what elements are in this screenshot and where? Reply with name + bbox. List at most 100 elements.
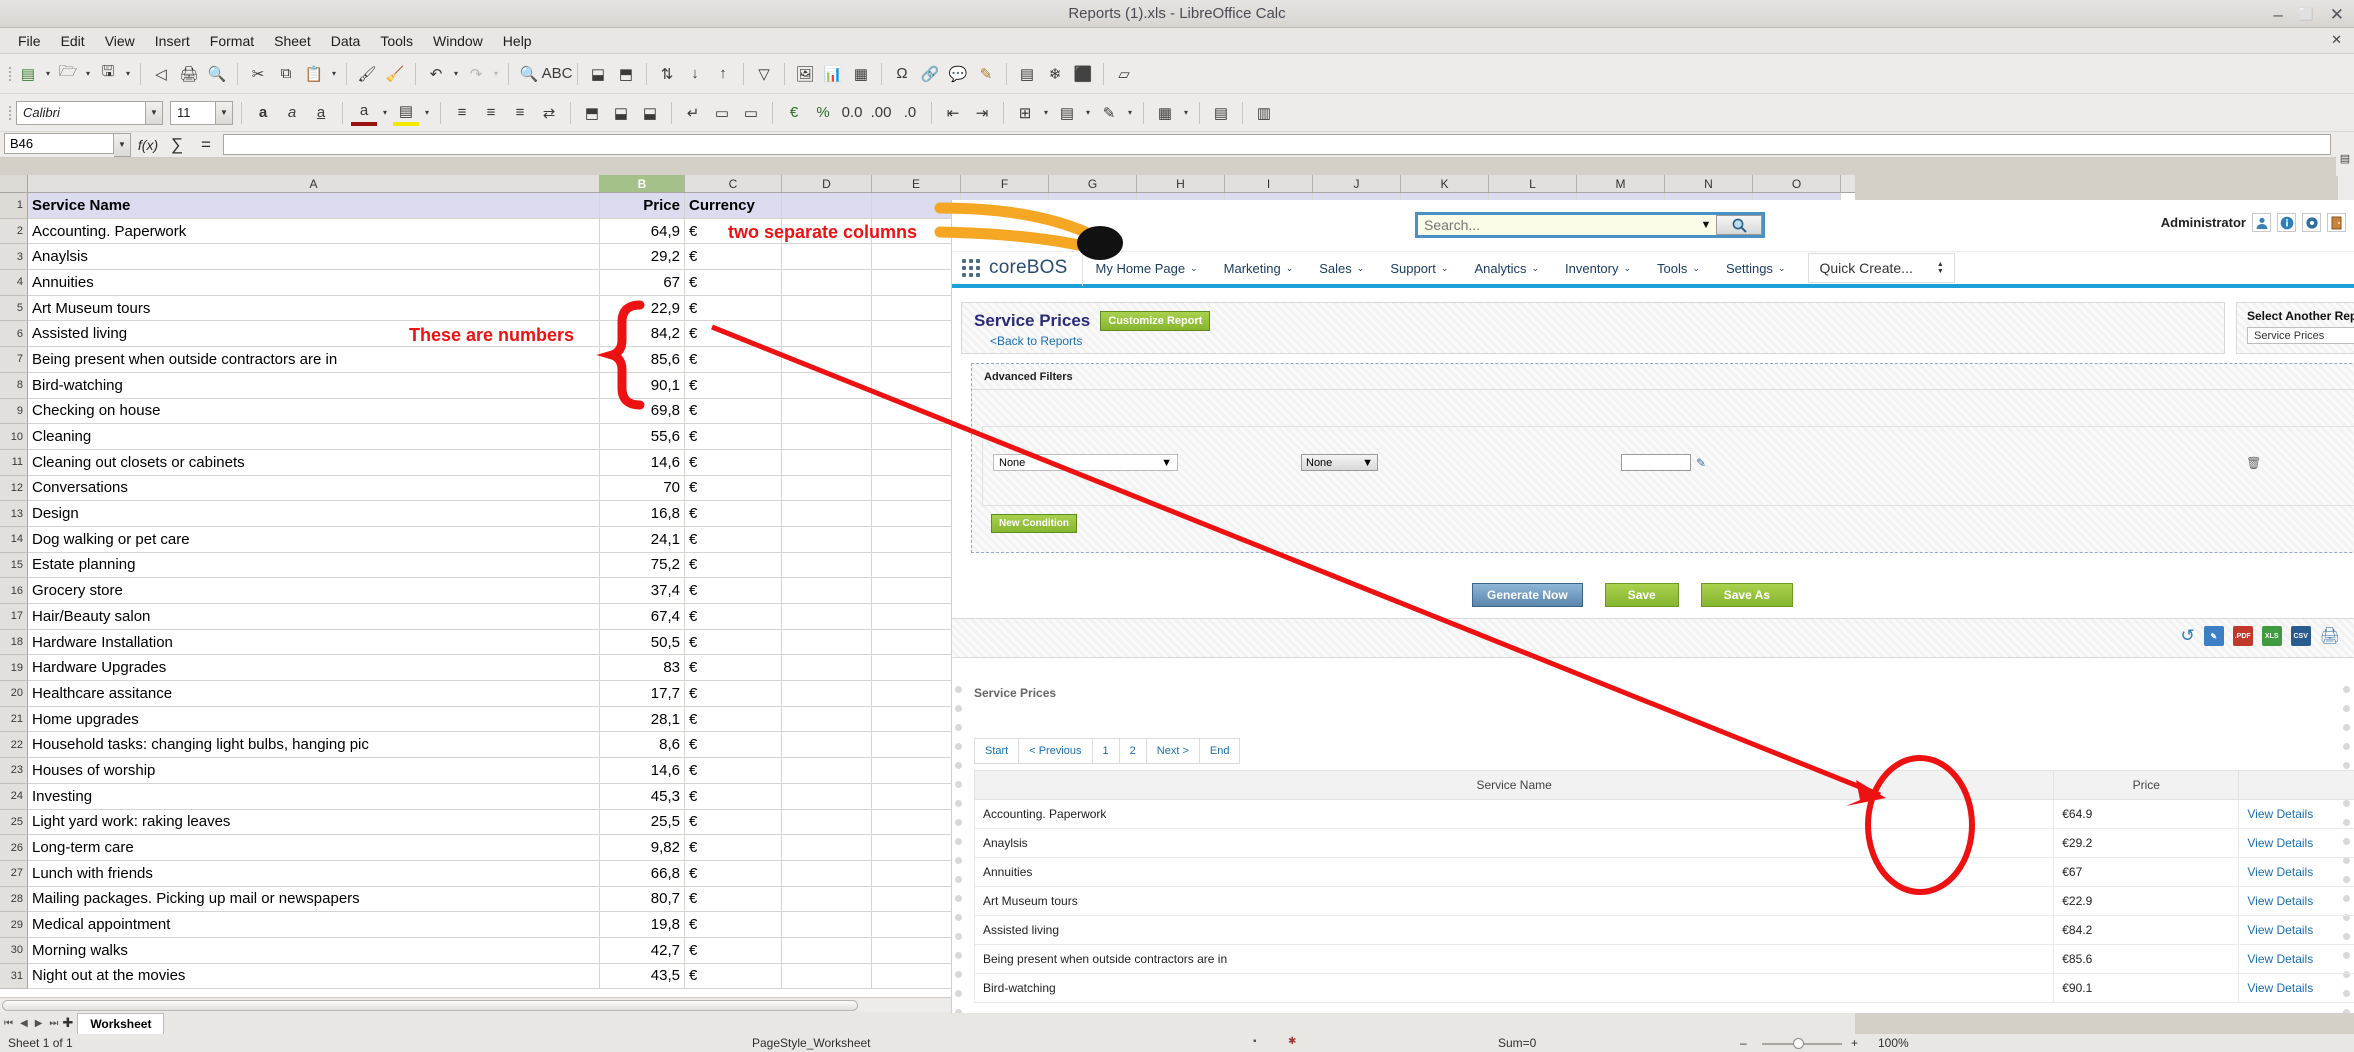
- row-header-31[interactable]: 31: [0, 963, 28, 990]
- cell-E8[interactable]: [872, 372, 961, 399]
- show-draw-functions-icon[interactable]: ▱: [1111, 61, 1137, 87]
- edit-icon[interactable]: ✎: [2203, 626, 2224, 646]
- sheet-tab-bar[interactable]: ⏮ ◀ ▶ ⏭ ✚ Worksheet: [0, 1012, 1855, 1034]
- column-headers[interactable]: ABCDEFGHIJKLMNO: [0, 175, 1855, 193]
- cell-A13[interactable]: Design: [28, 501, 600, 527]
- cell-B1[interactable]: Price: [600, 193, 685, 219]
- add-sheet-icon[interactable]: ✚: [62, 1015, 73, 1031]
- row-header-5[interactable]: 5: [0, 295, 28, 322]
- cell-B29[interactable]: 19,8: [600, 912, 685, 938]
- col-action[interactable]: Action: [2238, 770, 2354, 800]
- menu-tools[interactable]: Tools ⌄: [1644, 261, 1713, 276]
- cut-icon[interactable]: ✂: [245, 61, 271, 87]
- col-service-name[interactable]: Service Name: [973, 770, 2055, 800]
- row-header-18[interactable]: 18: [0, 629, 28, 656]
- cell-A3[interactable]: Anaylsis: [28, 244, 600, 271]
- highlight-color-icon[interactable]: ▤: [393, 100, 419, 126]
- new-condition-button[interactable]: New Condition: [991, 514, 1077, 533]
- cell-C19[interactable]: €: [685, 655, 782, 682]
- cell-E21[interactable]: [872, 706, 961, 733]
- cell-E20[interactable]: [872, 681, 961, 707]
- row-header-7[interactable]: 7: [0, 347, 28, 373]
- save-as-button[interactable]: Save As: [1700, 583, 1793, 607]
- cell-C18[interactable]: €: [685, 629, 782, 656]
- cell-A9[interactable]: Checking on house: [28, 398, 600, 425]
- borders-icon[interactable]: ⊞: [1012, 100, 1038, 126]
- window-controls[interactable]: – ⬜ ✕: [2273, 0, 2344, 28]
- cell-D16[interactable]: [782, 578, 872, 604]
- row-header-16[interactable]: 16: [0, 578, 28, 604]
- pager-page-2[interactable]: 2: [1120, 739, 1147, 763]
- select-all-corner[interactable]: [0, 175, 28, 192]
- row-header-9[interactable]: 9: [0, 398, 28, 425]
- cell-A29[interactable]: Medical appointment: [28, 912, 600, 938]
- cell-B22[interactable]: 8,6: [600, 732, 685, 759]
- row-header-23[interactable]: 23: [0, 758, 28, 784]
- pdf-icon[interactable]: .PDF: [2232, 626, 2253, 646]
- cell-B11[interactable]: 14,6: [600, 449, 685, 476]
- cell-action[interactable]: View Details: [2238, 886, 2354, 916]
- row-header-10[interactable]: 10: [0, 424, 28, 450]
- menu-window[interactable]: Window: [423, 30, 493, 52]
- corebos-navbar[interactable]: coreBOS My Home Page ⌄ Marketing ⌄ Sales ⌄ …: [952, 250, 2354, 288]
- menu-edit[interactable]: Edit: [51, 30, 95, 52]
- back-to-reports-link[interactable]: <Back to Reports: [990, 334, 1082, 348]
- cell-C14[interactable]: €: [685, 526, 782, 553]
- cell-E6[interactable]: [872, 321, 961, 348]
- borders-dropdown-icon[interactable]: ▾: [1041, 108, 1051, 117]
- cell-D26[interactable]: [782, 835, 872, 861]
- cell-C22[interactable]: €: [685, 732, 782, 759]
- cell-B30[interactable]: 42,7: [600, 937, 685, 964]
- column-header-g[interactable]: G: [1049, 175, 1137, 192]
- cell-C30[interactable]: €: [685, 937, 782, 964]
- first-sheet-icon[interactable]: ⏮: [4, 1018, 13, 1029]
- row-header-6[interactable]: 6: [0, 321, 28, 348]
- cell-action[interactable]: View Details: [2238, 828, 2354, 858]
- print-preview-icon[interactable]: 🔍: [204, 61, 230, 87]
- menu-my-home-page[interactable]: My Home Page ⌄: [1083, 261, 1211, 276]
- cell-C11[interactable]: €: [685, 449, 782, 476]
- print-icon[interactable]: 🖨: [176, 61, 202, 87]
- cell-D31[interactable]: [782, 963, 872, 990]
- cell-A10[interactable]: Cleaning: [28, 424, 600, 450]
- menu-insert[interactable]: Insert: [145, 30, 200, 52]
- column-header-i[interactable]: I: [1225, 175, 1313, 192]
- edit-value-icon[interactable]: ✎: [1696, 456, 1706, 470]
- cell-D8[interactable]: [782, 372, 872, 399]
- cell-A31[interactable]: Night out at the movies: [28, 963, 600, 990]
- cell-E15[interactable]: [872, 552, 961, 579]
- column-header-j[interactable]: J: [1313, 175, 1401, 192]
- number-format-icon[interactable]: 0.0: [839, 100, 865, 126]
- cell-B19[interactable]: 83: [600, 655, 685, 682]
- filter-field-select[interactable]: None ▼: [993, 454, 1178, 471]
- cell-C24[interactable]: €: [685, 783, 782, 810]
- currency-format-icon[interactable]: €: [781, 100, 807, 126]
- split-window-icon[interactable]: ⬛: [1070, 61, 1096, 87]
- view-details-link[interactable]: View Details: [2247, 981, 2313, 995]
- cell-A26[interactable]: Long-term care: [28, 835, 600, 861]
- font-color-icon[interactable]: a: [351, 100, 377, 126]
- document-close-icon[interactable]: ✕: [2331, 32, 2342, 48]
- font-size-input[interactable]: 11: [170, 100, 216, 125]
- cell-E14[interactable]: [872, 526, 961, 553]
- gear-icon[interactable]: [2302, 213, 2321, 232]
- zoom-in-button[interactable]: +: [1851, 1036, 1858, 1050]
- cell-B7[interactable]: 85,6: [600, 347, 685, 373]
- cell-D22[interactable]: [782, 732, 872, 759]
- percent-format-icon[interactable]: %: [810, 100, 836, 126]
- cell-E9[interactable]: [872, 398, 961, 425]
- row-header-22[interactable]: 22: [0, 732, 28, 759]
- cell-A17[interactable]: Hair/Beauty salon: [28, 604, 600, 630]
- delete-decimal-icon[interactable]: .0: [897, 100, 923, 126]
- formula-input-line[interactable]: [223, 134, 2331, 155]
- column-header-d[interactable]: D: [782, 175, 872, 192]
- insert-hyperlink-icon[interactable]: 🔗: [917, 61, 943, 87]
- cell-B20[interactable]: 17,7: [600, 681, 685, 707]
- row-header-13[interactable]: 13: [0, 501, 28, 527]
- main-menu[interactable]: My Home Page ⌄ Marketing ⌄ Sales ⌄ Support ⌄…: [1083, 261, 1799, 276]
- align-center-icon[interactable]: ≡: [478, 100, 504, 126]
- merge-cells-icon[interactable]: ▭: [709, 100, 735, 126]
- cell-B5[interactable]: 22,9: [600, 295, 685, 322]
- report-select[interactable]: Service Prices ▼: [2247, 327, 2354, 344]
- col-price[interactable]: Price: [2053, 770, 2240, 800]
